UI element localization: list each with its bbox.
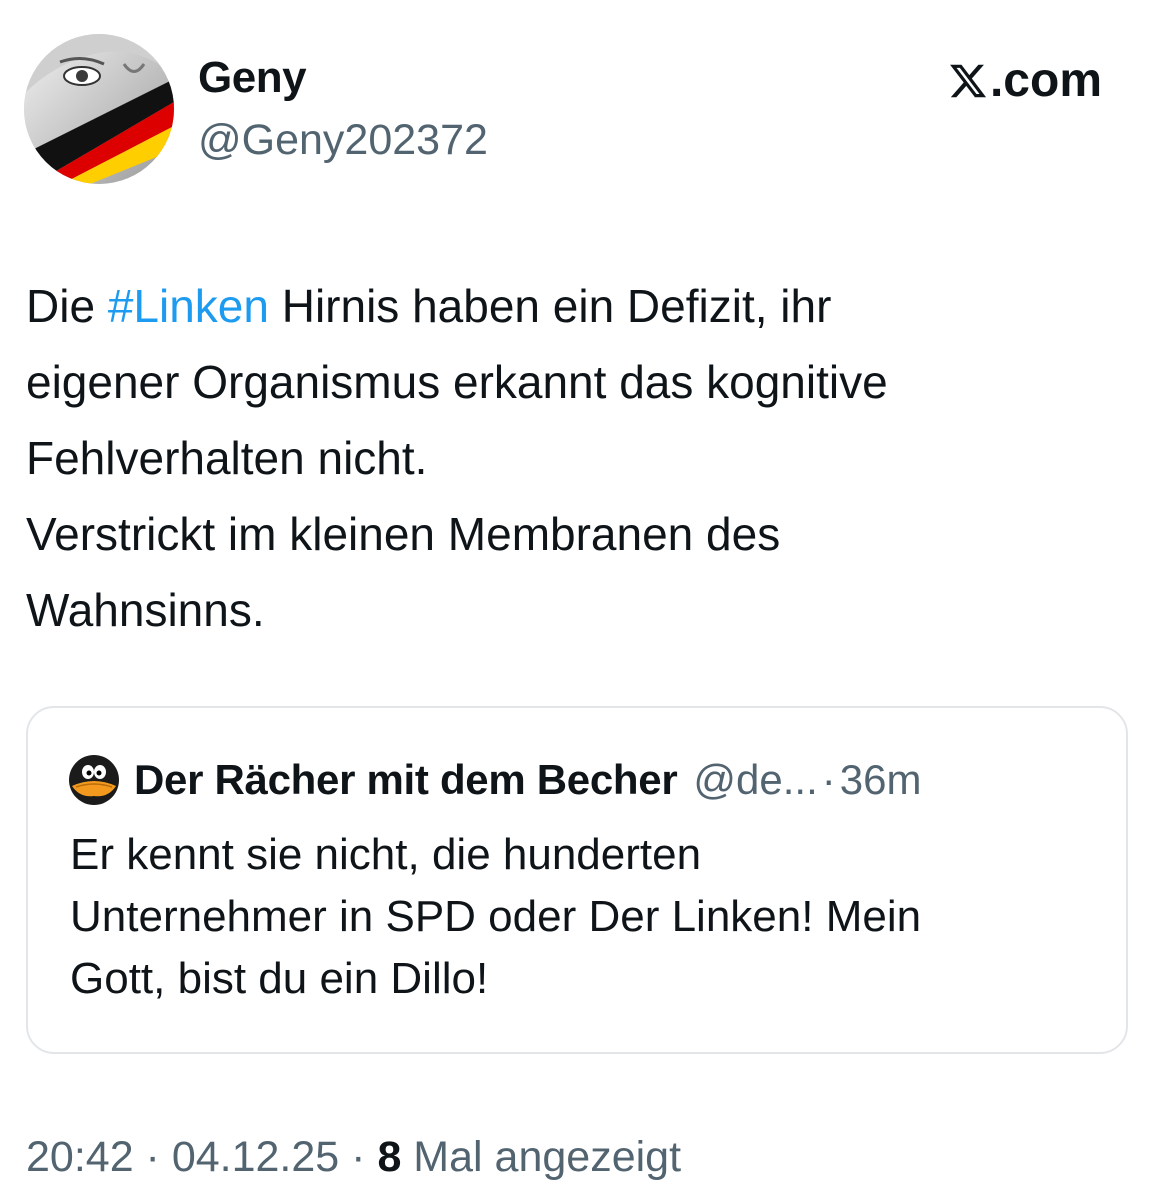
- tweet-text-line: Wahnsinns.: [26, 584, 265, 636]
- daffy-duck-avatar-icon[interactable]: [68, 754, 120, 806]
- quoted-tweet-card[interactable]: Der Rächer mit dem Becher @de... · 36m E…: [26, 706, 1128, 1054]
- tweet-date[interactable]: 04.12.25: [172, 1133, 339, 1181]
- tweet-text-line: Die #Linken Hirnis haben ein Defizit, ih…: [26, 268, 1126, 344]
- quoted-author-name[interactable]: Der Rächer mit dem Becher: [134, 754, 678, 806]
- author-handle[interactable]: @Geny202372: [198, 114, 488, 166]
- views-count: 8: [377, 1133, 402, 1181]
- meta-separator: ·: [339, 1133, 378, 1181]
- tweet-text-line: Fehlverhalten nicht.: [26, 432, 428, 484]
- hashtag-link[interactable]: #Linken: [108, 280, 269, 332]
- tweet-text-line: eigener Organismus erkannt das kognitive: [26, 356, 888, 408]
- author-avatar[interactable]: [24, 34, 174, 184]
- tweet-meta: 20:42 · 04.12.25 · 8 Mal angezeigt: [26, 1130, 681, 1184]
- author-display-name[interactable]: Geny: [198, 52, 307, 104]
- x-logo-icon: [950, 64, 987, 98]
- views-label: Mal angezeigt: [401, 1133, 682, 1181]
- meta-separator: ·: [133, 1133, 172, 1181]
- quoted-text-line: Gott, bist du ein Dillo!: [70, 954, 489, 1003]
- site-badge-text: .com: [989, 54, 1102, 107]
- quoted-text-line: Unternehmer in SPD oder Der Linken! Mein: [70, 892, 922, 941]
- tweet-text-line: Verstrickt im kleinen Membranen des: [26, 508, 781, 560]
- avatar-image: [24, 34, 174, 184]
- quoted-tweet-time[interactable]: 36m: [840, 754, 922, 806]
- quoted-author-handle[interactable]: @de...: [693, 754, 817, 806]
- tweet-text-segment: Die: [26, 280, 108, 332]
- quoted-tweet-text: Er kennt sie nicht, die hunderten Untern…: [70, 824, 1100, 1010]
- separator-dot: ·: [821, 756, 836, 803]
- tweet-text-segment: Hirnis haben ein Defizit, ihr: [268, 280, 832, 332]
- site-badge: .com: [948, 54, 1102, 108]
- tweet-time[interactable]: 20:42: [26, 1133, 134, 1181]
- quoted-text-line: Er kennt sie nicht, die hunderten: [70, 830, 702, 879]
- tweet-text: Die #Linken Hirnis haben ein Defizit, ih…: [26, 268, 1126, 648]
- quoted-tweet-header: Der Rächer mit dem Becher @de... · 36m: [68, 754, 921, 806]
